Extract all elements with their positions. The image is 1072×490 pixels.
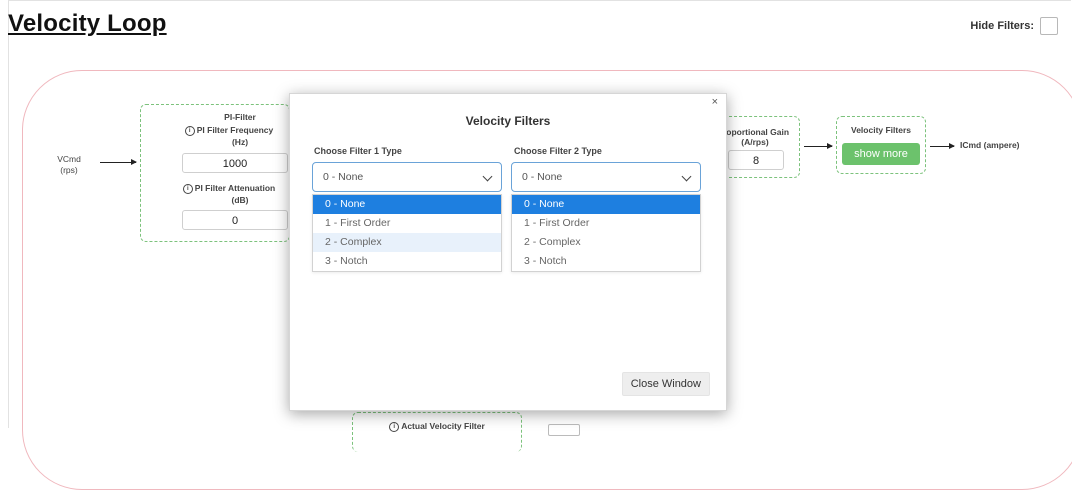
- actual-velocity-filter-text: Actual Velocity Filter: [401, 421, 485, 431]
- chevron-down-icon[interactable]: [681, 171, 692, 182]
- close-icon[interactable]: ×: [712, 96, 718, 108]
- page-title: Velocity Loop: [8, 10, 167, 37]
- vcmd-text: VCmd (rps): [57, 154, 81, 175]
- close-window-button[interactable]: Close Window: [621, 372, 710, 396]
- actual-velocity-filter-label: i Actual Velocity Filter: [382, 421, 492, 432]
- filter1-option[interactable]: 1 - First Order: [313, 214, 501, 233]
- pi-filter-atten-input[interactable]: 0: [182, 210, 288, 230]
- chevron-down-icon[interactable]: [482, 171, 493, 182]
- filter1-option[interactable]: 3 - Notch: [313, 252, 501, 271]
- filter2-option[interactable]: 1 - First Order: [512, 214, 700, 233]
- show-more-button[interactable]: show more: [842, 143, 920, 165]
- filter2-option[interactable]: 3 - Notch: [512, 252, 700, 271]
- pi-filter-freq-text: PI Filter Frequency: [196, 125, 274, 135]
- proportional-gain-input[interactable]: 8: [728, 150, 784, 170]
- pi-filter-title: PI-Filter: [224, 112, 256, 122]
- hide-filters-control[interactable]: Hide Filters:: [970, 17, 1058, 35]
- hide-filters-checkbox[interactable]: [1040, 17, 1058, 35]
- filter2-options: 0 - None 1 - First Order 2 - Complex 3 -…: [511, 194, 701, 272]
- hide-filters-label: Hide Filters:: [970, 20, 1034, 32]
- output-arrow: [930, 143, 955, 149]
- info-icon[interactable]: i: [184, 125, 195, 136]
- filter2-option[interactable]: 2 - Complex: [512, 233, 700, 252]
- vcmd-arrow: [100, 159, 137, 165]
- vcmd-label: VCmd (rps): [52, 154, 86, 175]
- actual-velocity-filter-box: [352, 412, 522, 452]
- velocity-filters-modal: × Velocity Filters Choose Filter 1 Type …: [289, 93, 727, 411]
- modal-title: Velocity Filters: [465, 114, 551, 128]
- velocity-filters-label: Velocity Filters: [851, 125, 911, 135]
- filter2-selected-value: 0 - None: [522, 171, 563, 183]
- proportional-gain-unit: (A/rps): [741, 137, 769, 147]
- icmd-label: ICmd (ampere): [960, 140, 1020, 150]
- filter2-option[interactable]: 0 - None: [512, 195, 700, 214]
- pi-filter-atten-label: i PI Filter Attenuation: [166, 183, 292, 194]
- info-icon[interactable]: i: [182, 183, 193, 194]
- filter2-label: Choose Filter 2 Type: [514, 146, 602, 156]
- filter1-select[interactable]: 0 - None: [312, 162, 502, 192]
- pi-filter-atten-unit: (dB): [231, 195, 249, 205]
- pi-filter-freq-input[interactable]: 1000: [182, 153, 288, 173]
- pi-filter-atten-text: PI Filter Attenuation: [194, 183, 276, 193]
- info-icon[interactable]: i: [389, 421, 400, 432]
- filter1-option[interactable]: 2 - Complex: [313, 233, 501, 252]
- filter1-option[interactable]: 0 - None: [313, 195, 501, 214]
- filter1-options: 0 - None 1 - First Order 2 - Complex 3 -…: [312, 194, 502, 272]
- filter1-label: Choose Filter 1 Type: [314, 146, 402, 156]
- filter1-selected-value: 0 - None: [323, 171, 364, 183]
- pi-filter-freq-unit: (Hz): [231, 137, 249, 147]
- pi-filter-freq-label: i PI Filter Frequency: [166, 125, 292, 136]
- filter2-select[interactable]: 0 - None: [511, 162, 701, 192]
- actual-velocity-filter-input[interactable]: [548, 424, 580, 436]
- gain-arrow: [804, 143, 833, 149]
